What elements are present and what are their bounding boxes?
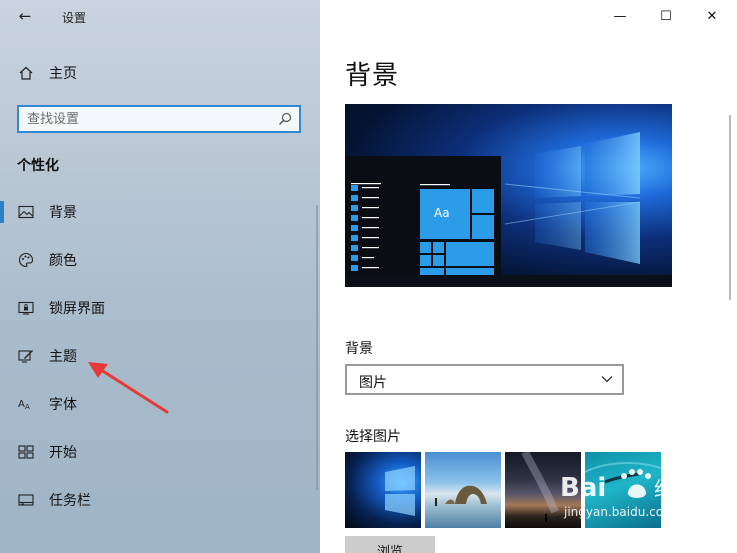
watermark-brand: Bai (560, 473, 606, 503)
maximize-icon: ☐ (660, 8, 672, 24)
title-bar: ← 设置 (0, 0, 320, 32)
lock-screen-icon (16, 298, 36, 318)
picture-icon (16, 202, 36, 222)
rock-arch-shape (435, 485, 487, 506)
home-icon (16, 63, 36, 83)
settings-window: ← 设置 主页 个性化 背景 (0, 0, 737, 553)
dropdown-value: 图片 (359, 375, 387, 391)
theme-brush-icon (16, 346, 36, 366)
tile (433, 242, 444, 253)
start-tiles-icon (16, 442, 36, 462)
thumbnail-beach-arch[interactable] (425, 452, 501, 528)
tile (472, 215, 494, 239)
choose-picture-label: 选择图片 (345, 429, 401, 445)
sidebar: ← 设置 主页 个性化 背景 (0, 0, 320, 553)
mini-start-menu: Aa (345, 156, 501, 287)
sidebar-item-label: 任务栏 (49, 493, 91, 509)
watermark-url: jingyan.baidu.com (563, 505, 675, 519)
sidebar-scrollbar[interactable] (316, 205, 318, 490)
app-title: 设置 (62, 11, 87, 25)
palette-icon (16, 250, 36, 270)
maximize-button[interactable]: ☐ (643, 0, 689, 32)
tile (420, 242, 431, 253)
sidebar-item-lock-screen[interactable]: 锁屏界面 (0, 292, 316, 340)
background-label: 背景 (345, 341, 373, 357)
chevron-down-icon (601, 376, 613, 383)
svg-text:A: A (18, 399, 25, 410)
search-input[interactable] (27, 110, 267, 128)
windows-logo-light (505, 132, 641, 264)
baidu-jingyan-watermark: Bai 经验 jingyan.baidu.com (560, 469, 694, 519)
browse-button[interactable]: 浏览 (345, 536, 435, 553)
sidebar-item-colors[interactable]: 颜色 (0, 244, 316, 292)
background-type-dropdown[interactable]: 图片 (345, 364, 624, 395)
section-title: 个性化 (17, 158, 59, 174)
search-box (17, 105, 301, 133)
background-preview: Aa (345, 104, 672, 287)
search-icon[interactable] (277, 111, 293, 127)
sidebar-item-taskbar[interactable]: 任务栏 (0, 484, 316, 532)
tile (433, 255, 444, 266)
close-icon: ✕ (706, 8, 718, 24)
taskbar-icon (16, 490, 36, 510)
sidebar-item-home[interactable]: 主页 (0, 58, 320, 88)
thumbnail-windows-blue[interactable] (345, 452, 421, 528)
sidebar-item-label: 开始 (49, 445, 77, 461)
mini-taskbar (345, 275, 672, 287)
large-tile: Aa (420, 189, 470, 239)
preview-sample-text: Aa (434, 206, 450, 220)
sidebar-item-start[interactable]: 开始 (0, 436, 316, 484)
watermark-brand-cn: 经验 (654, 477, 694, 501)
windows-logo-icon (385, 466, 415, 516)
sidebar-item-background[interactable]: 背景 (0, 196, 316, 244)
sidebar-item-label: 字体 (49, 397, 77, 413)
content-scrollbar[interactable] (729, 115, 731, 300)
font-icon: AA (16, 394, 36, 414)
back-button[interactable]: ← (12, 6, 38, 26)
close-button[interactable]: ✕ (689, 0, 735, 32)
sidebar-item-label: 锁屏界面 (49, 301, 105, 317)
sidebar-item-label: 主题 (49, 349, 77, 365)
page-title: 背景 (345, 61, 400, 91)
svg-text:A: A (25, 403, 30, 411)
minimize-button[interactable]: — (597, 0, 643, 32)
back-arrow-icon: ← (18, 7, 32, 25)
sidebar-item-label: 主页 (49, 66, 77, 82)
tile (446, 242, 494, 266)
tile (420, 255, 431, 266)
sidebar-item-label: 颜色 (49, 253, 77, 269)
sidebar-item-label: 背景 (49, 205, 77, 221)
tile (472, 189, 494, 213)
red-annotation-arrow (88, 362, 169, 414)
minimize-icon: — (613, 8, 627, 24)
